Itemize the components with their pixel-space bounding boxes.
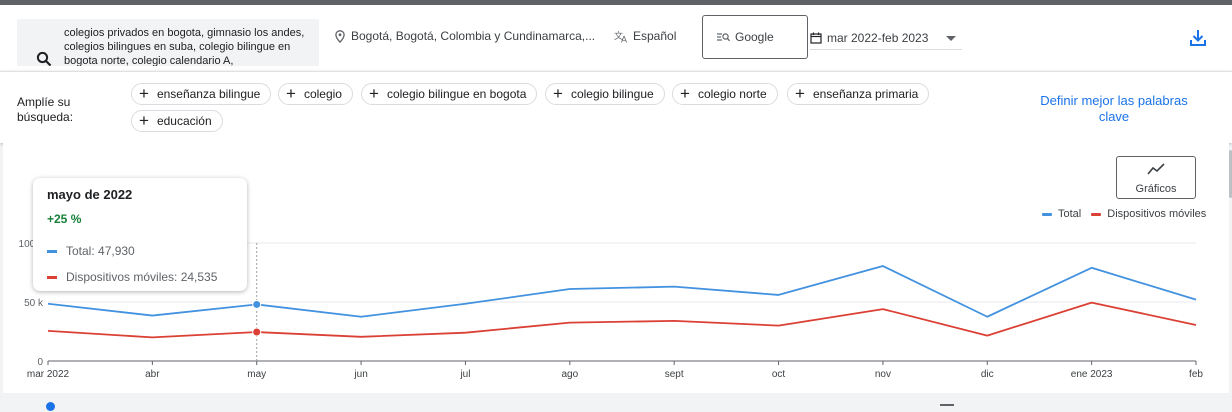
radio-indicator[interactable] [46, 402, 55, 411]
highlight-point-mobile [252, 327, 262, 337]
x-tick-label: nov [875, 369, 891, 380]
legend-item-mobile[interactable]: Dispositivos móviles [1091, 208, 1206, 220]
highlight-point-total [252, 299, 262, 309]
legend-label-total: Total [1058, 208, 1082, 220]
tooltip-mobile: Dispositivos móviles: 24,535 [66, 270, 218, 284]
tooltip-total: Total: 47,930 [66, 244, 135, 258]
tooltip-swatch-total [47, 249, 57, 253]
x-tick-label: mar 2022 [27, 369, 70, 380]
chart-legend: Total Dispositivos móviles [1042, 208, 1216, 220]
x-tick-label: sept [665, 369, 684, 380]
tooltip-swatch-mobile [47, 275, 57, 279]
x-tick-label: feb [1189, 369, 1203, 380]
tooltip-mobile-row: Dispositivos móviles: 24,535 [47, 270, 217, 284]
y-tick-label: 50 k [24, 298, 44, 309]
tooltip-change: +25 % [47, 212, 82, 226]
legend-swatch-mobile [1091, 212, 1102, 216]
tooltip-title: mayo de 2022 [47, 187, 133, 202]
x-tick-label: oct [772, 369, 786, 380]
y-tick-label: 0 [37, 357, 43, 368]
x-tick-label: jul [459, 369, 470, 380]
x-tick-label: ene 2023 [1071, 369, 1113, 380]
chart-tooltip: mayo de 2022 +25 % Total: 47,930 Disposi… [33, 178, 247, 291]
charts-button[interactable]: Gráficos [1116, 156, 1196, 199]
tooltip-total-row: Total: 47,930 [47, 244, 135, 258]
legend-item-total[interactable]: Total [1042, 208, 1081, 220]
charts-button-label: Gráficos [1135, 183, 1177, 195]
bottom-panel [0, 396, 1232, 406]
x-tick-label: abr [145, 369, 160, 380]
trend-chart-icon [1147, 163, 1165, 175]
x-tick-label: may [247, 369, 266, 380]
x-tick-label: jun [353, 369, 367, 380]
legend-swatch-total [1042, 212, 1052, 216]
legend-label-mobile: Dispositivos móviles [1107, 208, 1207, 220]
x-tick-label: ago [561, 369, 578, 380]
checkbox-indicator[interactable] [940, 404, 954, 412]
x-tick-label: dic [981, 369, 994, 380]
